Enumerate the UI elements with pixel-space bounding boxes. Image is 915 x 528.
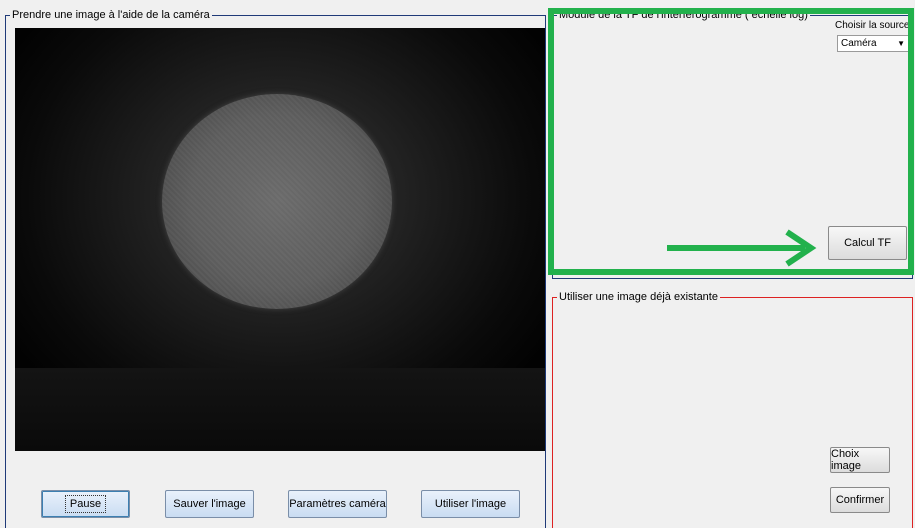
camera-panel-title: Prendre une image à l'aide de la caméra <box>10 9 212 22</box>
pause-button-label: Pause <box>64 495 107 513</box>
source-select[interactable]: Caméra ▼ <box>837 35 909 52</box>
calculate-tf-button[interactable]: Calcul TF <box>828 226 907 260</box>
dropdown-arrow-icon: ▼ <box>897 39 905 48</box>
pause-button[interactable]: Pause <box>41 490 130 518</box>
use-image-button[interactable]: Utiliser l'image <box>421 490 520 518</box>
camera-preview <box>15 28 545 451</box>
choose-image-button[interactable]: Choix image <box>830 447 890 473</box>
interferogram-disc <box>162 94 392 309</box>
source-select-value: Caméra <box>841 38 877 49</box>
existing-image-panel-title: Utiliser une image déjà existante <box>557 291 720 304</box>
camera-lower-band <box>15 368 545 451</box>
save-image-button[interactable]: Sauver l'image <box>165 490 254 518</box>
camera-panel: Prendre une image à l'aide de la caméra <box>5 9 546 528</box>
confirm-button[interactable]: Confirmer <box>830 487 890 513</box>
tf-panel-title: Module de la TF de l'interférogramme ( é… <box>557 9 810 22</box>
camera-settings-button[interactable]: Paramètres caméra <box>288 490 387 518</box>
right-arrow-icon <box>667 229 817 267</box>
source-label: Choisir la source <box>835 20 910 31</box>
